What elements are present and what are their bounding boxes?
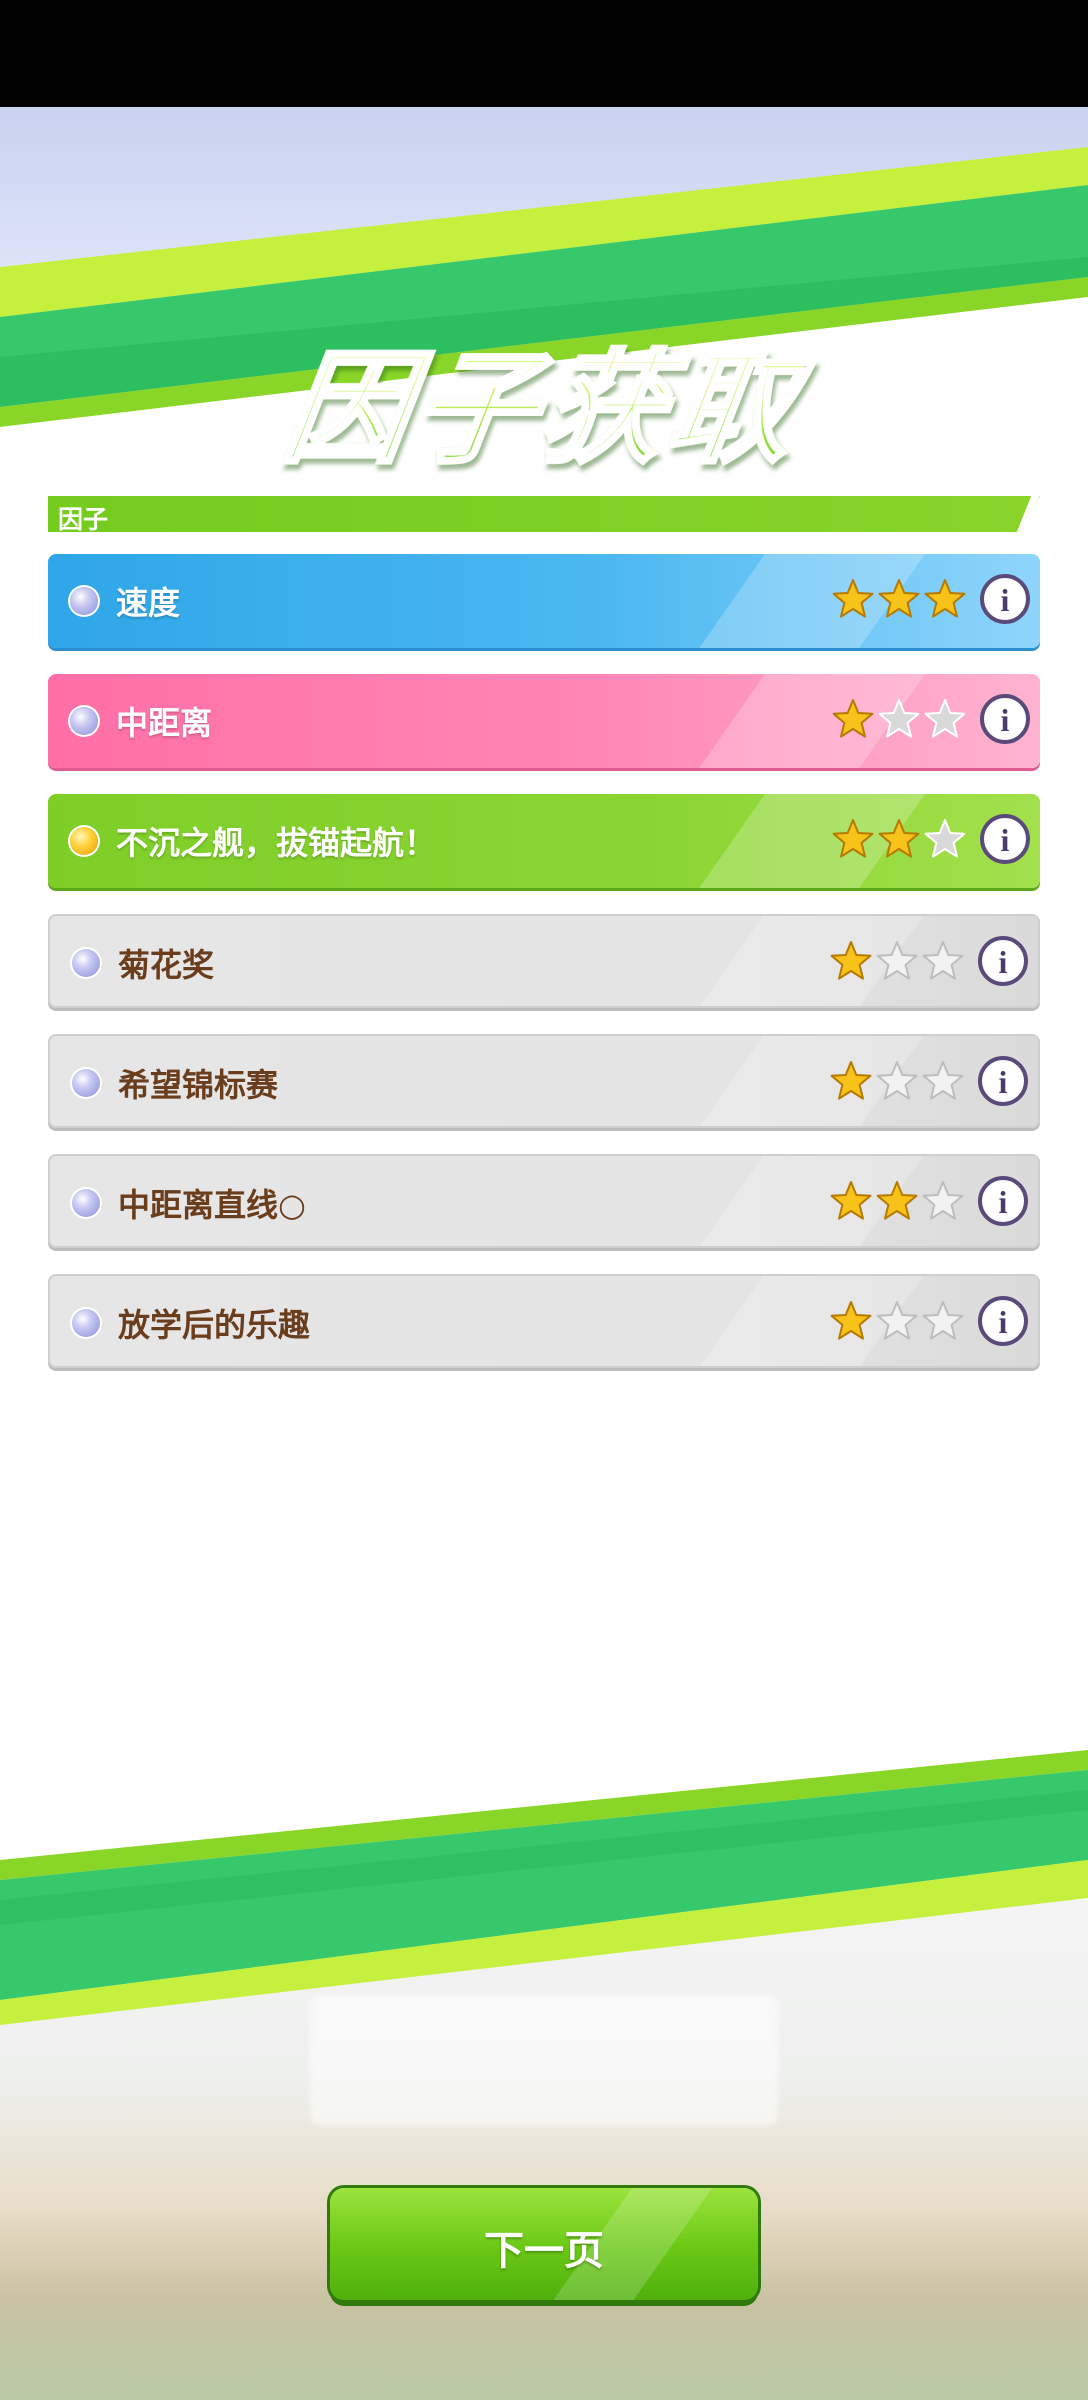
next-page-label: 下一页 bbox=[484, 2228, 604, 2274]
factor-label: 菊花奖 bbox=[118, 946, 215, 984]
factor-label: 中距离直线○ bbox=[118, 1186, 306, 1224]
star-filled-icon bbox=[878, 579, 920, 618]
section-label: 因子 bbox=[58, 505, 109, 534]
star-filled-icon bbox=[830, 941, 872, 980]
factor-label: 不沉之舰，拔锚起航！ bbox=[116, 824, 437, 862]
star-empty-icon bbox=[924, 819, 966, 858]
info-icon[interactable]: i bbox=[980, 814, 1030, 864]
factor-label: 速度 bbox=[116, 584, 181, 622]
factor-row-after-school[interactable]: 放学后的乐趣 i bbox=[48, 1274, 1040, 1368]
star-rating bbox=[832, 698, 970, 744]
star-empty-icon bbox=[876, 1301, 918, 1340]
next-page-button[interactable]: 下一页 bbox=[330, 2188, 758, 2300]
info-icon[interactable]: i bbox=[978, 1056, 1028, 1106]
star-filled-icon bbox=[876, 1181, 918, 1220]
factor-row-middle-straight[interactable]: 中距离直线○ i bbox=[48, 1154, 1040, 1248]
factor-row-unique-skill[interactable]: 不沉之舰，拔锚起航！ i bbox=[48, 794, 1040, 888]
star-rating bbox=[832, 578, 970, 624]
factor-label: 放学后的乐趣 bbox=[118, 1306, 311, 1344]
star-empty-icon bbox=[922, 1301, 964, 1340]
star-rating bbox=[832, 818, 970, 864]
bullet-dot-icon bbox=[70, 707, 98, 735]
star-filled-icon bbox=[878, 819, 920, 858]
info-icon[interactable]: i bbox=[980, 574, 1030, 624]
info-icon[interactable]: i bbox=[978, 936, 1028, 986]
bullet-dot-icon bbox=[72, 949, 100, 977]
factor-row-speed[interactable]: 速度 i bbox=[48, 554, 1040, 648]
star-empty-icon bbox=[922, 1061, 964, 1100]
top-black-bar bbox=[0, 0, 1088, 107]
star-rating bbox=[830, 940, 968, 986]
page-title: 因子获取 bbox=[275, 310, 813, 487]
factor-label: 希望锦标赛 bbox=[118, 1066, 279, 1104]
bullet-dot-icon bbox=[72, 1309, 100, 1337]
star-rating bbox=[830, 1060, 968, 1106]
bullet-dot-icon bbox=[72, 1189, 100, 1217]
star-empty-icon bbox=[876, 1061, 918, 1100]
star-rating bbox=[830, 1300, 968, 1346]
section-header: 因子 bbox=[48, 496, 1040, 532]
section-slash-decoration bbox=[1016, 496, 1040, 532]
star-filled-icon bbox=[832, 819, 874, 858]
factor-row-chrysanthemum[interactable]: 菊花奖 i bbox=[48, 914, 1040, 1008]
star-empty-icon bbox=[922, 1181, 964, 1220]
bullet-dot-icon bbox=[70, 587, 98, 615]
factor-row-middle-distance[interactable]: 中距离 i bbox=[48, 674, 1040, 768]
info-icon[interactable]: i bbox=[978, 1176, 1028, 1226]
star-empty-icon bbox=[924, 699, 966, 738]
star-empty-icon bbox=[878, 699, 920, 738]
star-empty-icon bbox=[876, 941, 918, 980]
star-filled-icon bbox=[830, 1061, 872, 1100]
info-icon[interactable]: i bbox=[978, 1296, 1028, 1346]
star-filled-icon bbox=[830, 1301, 872, 1340]
factor-row-hope-championship[interactable]: 希望锦标赛 i bbox=[48, 1034, 1040, 1128]
bottom-stripes-decoration bbox=[0, 1750, 1088, 2025]
info-icon[interactable]: i bbox=[980, 694, 1030, 744]
title-wrap: 因子获取 bbox=[0, 310, 1088, 487]
star-empty-icon bbox=[922, 941, 964, 980]
bullet-dot-icon bbox=[72, 1069, 100, 1097]
star-filled-icon bbox=[832, 699, 874, 738]
factor-label: 中距离 bbox=[116, 704, 213, 742]
star-filled-icon bbox=[832, 579, 874, 618]
bullet-dot-gold-icon bbox=[70, 827, 98, 855]
star-filled-icon bbox=[924, 579, 966, 618]
star-filled-icon bbox=[830, 1181, 872, 1220]
star-rating bbox=[830, 1180, 968, 1226]
